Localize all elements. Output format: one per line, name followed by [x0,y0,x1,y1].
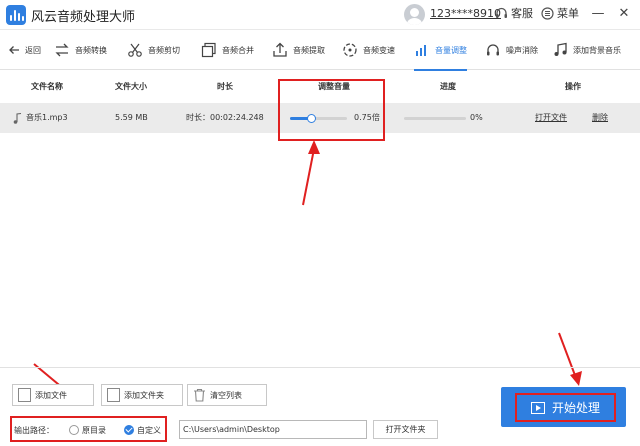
radio-custom-label: 自定义 [137,426,161,435]
bottom-divider [0,367,640,368]
output-path-input[interactable] [179,420,367,439]
add-folder-icon [107,388,120,402]
radio-original-label: 原目录 [82,426,106,435]
annotation-arrows [33,140,582,402]
radio-original-dir[interactable] [69,425,79,435]
add-file-button[interactable]: 添加文件 [12,384,94,406]
clear-list-label: 清空列表 [210,390,242,400]
add-folder-label: 添加文件夹 [124,390,164,400]
add-folder-button[interactable]: 添加文件夹 [101,384,183,406]
output-path-label: 输出路径： [14,426,54,435]
open-folder-button[interactable]: 打开文件夹 [373,420,438,439]
start-processing-label: 开始处理 [551,401,600,415]
start-processing-content[interactable]: 开始处理 [515,393,616,422]
add-file-icon [18,388,31,402]
clear-list-button[interactable]: 清空列表 [187,384,267,406]
add-file-label: 添加文件 [35,390,67,400]
play-icon [530,401,545,414]
radio-custom-dir[interactable] [124,425,134,435]
trash-icon [194,388,205,402]
